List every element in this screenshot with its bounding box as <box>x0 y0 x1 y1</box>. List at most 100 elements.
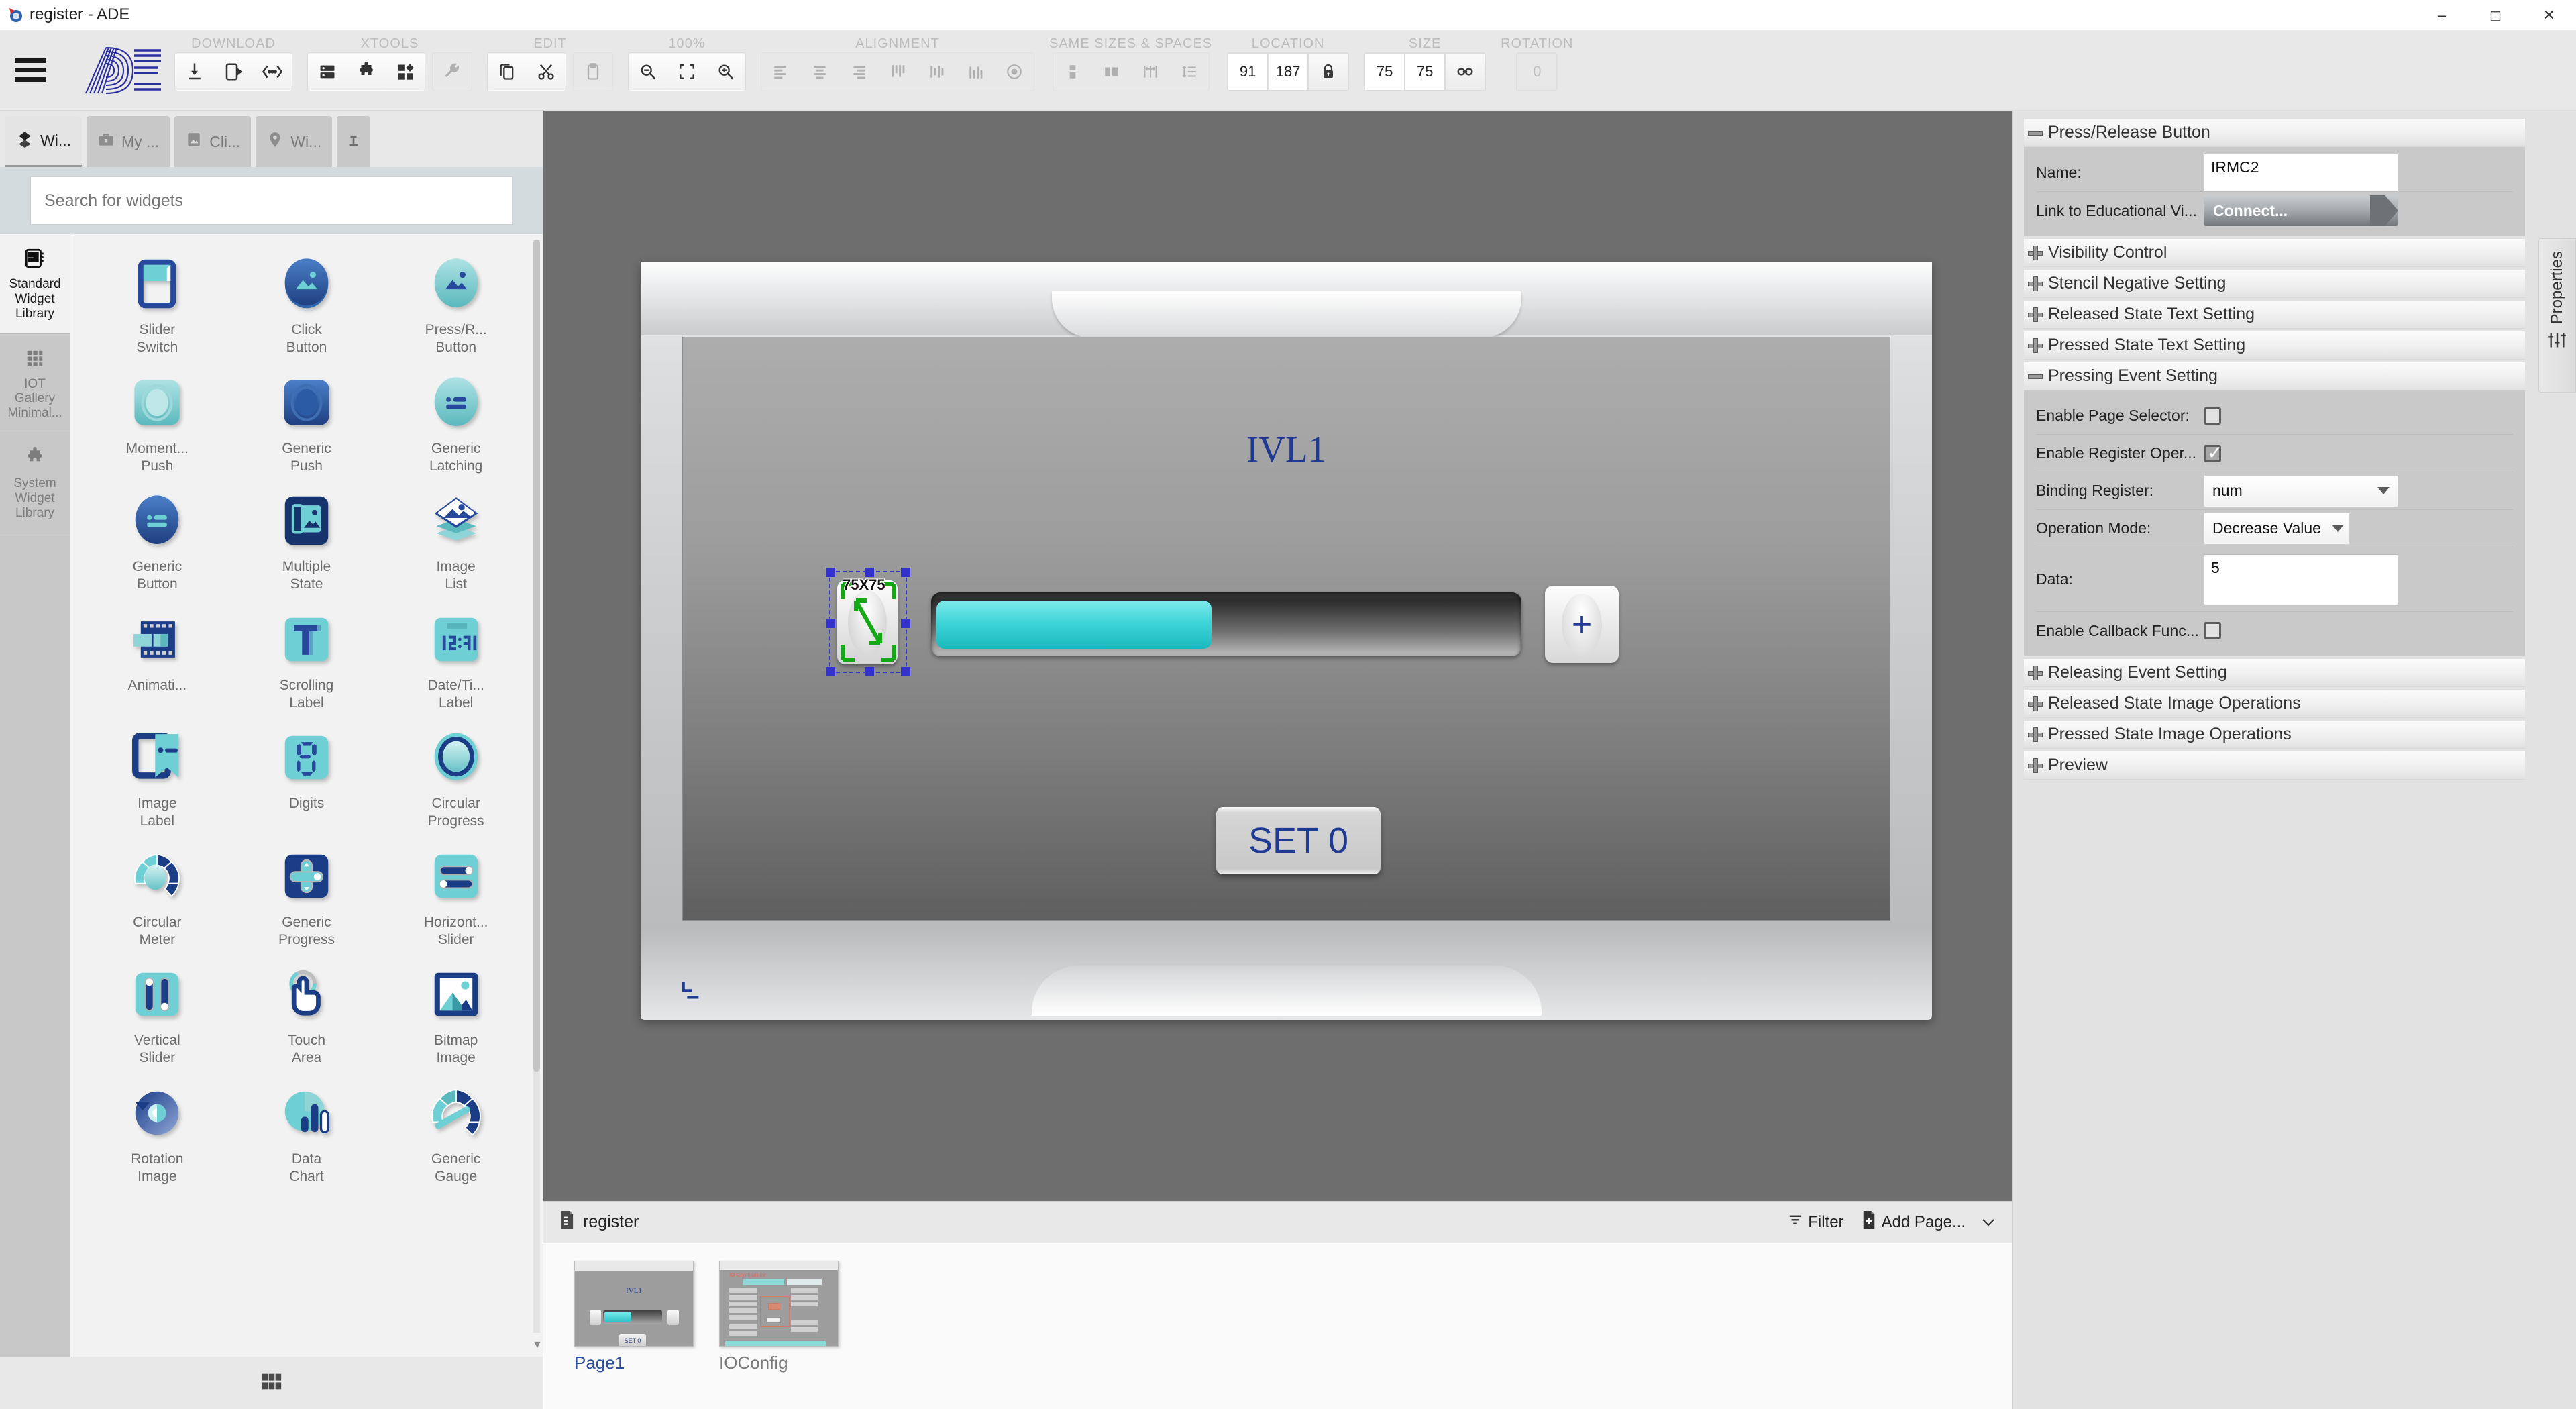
components-icon[interactable] <box>386 53 425 91</box>
section-header[interactable]: Released State Text Setting <box>2024 301 2525 329</box>
section-header[interactable]: Preview <box>2024 751 2525 780</box>
operation-mode-select[interactable]: Decrease Value <box>2204 512 2350 545</box>
export-device-icon[interactable] <box>214 53 253 91</box>
fit-screen-icon[interactable] <box>667 53 706 91</box>
circular-progress-icon <box>424 725 488 790</box>
pages-panel: register Filter Add Page... IVL1 SET 0 P… <box>543 1201 2012 1409</box>
widget-image-label[interactable]: Image Label <box>83 716 232 831</box>
link-icon[interactable] <box>1445 53 1486 91</box>
widget-bitmap-image[interactable]: Bitmap Image <box>381 953 531 1067</box>
section-header[interactable]: Visibility Control <box>2024 239 2525 267</box>
connect-button[interactable]: Connect... <box>2204 195 2398 226</box>
enable-register-operation-checkbox[interactable] <box>2204 441 2222 464</box>
horizontal-slider-widget[interactable] <box>931 592 1521 656</box>
widget-label: Vertical Slider <box>133 1033 180 1066</box>
size-height-input[interactable]: 75 <box>1405 53 1446 91</box>
binding-register-select[interactable]: num <box>2204 474 2398 507</box>
puzzle-icon[interactable] <box>347 53 386 91</box>
widget-scrolling-label[interactable]: Scrolling Label <box>232 598 382 713</box>
section-header[interactable]: Stencil Negative Setting <box>2024 270 2525 298</box>
pin-icon[interactable] <box>337 116 371 167</box>
widget-generic-gauge[interactable]: Generic Gauge <box>381 1072 531 1186</box>
widget-image-list[interactable]: Image List <box>381 479 531 594</box>
widget-multiple-state[interactable]: Multiple State <box>232 479 382 594</box>
minimize-button[interactable]: – <box>2415 0 2469 30</box>
widget-label: Bitmap Image <box>433 1033 478 1066</box>
filter-button[interactable]: Filter <box>1788 1212 1844 1232</box>
grid-apps-icon[interactable] <box>260 1370 283 1396</box>
section-header[interactable]: Releasing Event Setting <box>2024 659 2525 687</box>
library-standard-widget[interactable]: Standard Widget Library <box>0 234 70 334</box>
digits-icon <box>274 725 339 790</box>
chevron-down-icon[interactable] <box>1980 1216 1996 1229</box>
library-system-widget[interactable]: System Widget Library <box>0 433 70 533</box>
properties-side-tab[interactable]: Properties <box>2538 238 2576 393</box>
widget-horizontal-slider[interactable]: Horizont... Slider <box>381 835 531 949</box>
tab-clipart[interactable]: Cli... <box>174 116 252 167</box>
name-input[interactable]: IRMC2 <box>2204 154 2398 191</box>
widget-datetime-label[interactable]: Date/Ti... Label <box>381 598 531 713</box>
widget-animation[interactable]: Animati... <box>83 598 232 713</box>
widget-circular-progress[interactable]: Circular Progress <box>381 716 531 831</box>
widget-circular-meter[interactable]: Circular Meter <box>83 835 232 949</box>
increment-button-widget[interactable]: + <box>1545 586 1619 663</box>
zoom-in-icon[interactable] <box>706 53 745 91</box>
widget-slider-switch[interactable]: Slider Switch <box>83 242 232 357</box>
widget-click-button[interactable]: Click Button <box>232 242 382 357</box>
widget-digits[interactable]: Digits <box>232 716 382 831</box>
widget-vertical-slider[interactable]: Vertical Slider <box>83 953 232 1067</box>
code-brackets-icon[interactable] <box>253 53 292 91</box>
location-y-input[interactable]: 187 <box>1268 53 1309 91</box>
enable-page-selector-checkbox[interactable] <box>2204 407 2221 425</box>
download-icon[interactable] <box>175 53 214 91</box>
widget-grid-scrollbar[interactable]: ▼ <box>532 240 543 1351</box>
widget-generic-progress[interactable]: Generic Progress <box>232 835 382 949</box>
widget-momentary-push[interactable]: Moment... Push <box>83 361 232 476</box>
widget-label: Press/R... Button <box>425 322 487 356</box>
tab-widget-locations[interactable]: Wi... <box>256 116 333 167</box>
widget-touch-area[interactable]: Touch Area <box>232 953 382 1067</box>
design-canvas[interactable]: IVL1 75X75 + SET 0 <box>543 111 2012 1201</box>
tab-my-widgets[interactable]: My ... <box>87 116 170 167</box>
widget-generic-latching[interactable]: Generic Latching <box>381 361 531 476</box>
close-button[interactable]: ✕ <box>2522 0 2576 30</box>
cut-icon[interactable] <box>527 53 566 91</box>
copy-icon[interactable] <box>488 53 527 91</box>
location-x-input[interactable]: 91 <box>1228 53 1269 91</box>
add-page-button[interactable]: Add Page... <box>1862 1211 1966 1233</box>
section-pressed-state-text-setting: Pressed State Text Setting <box>2024 331 2525 360</box>
property-label: Name: <box>2036 163 2082 181</box>
zoom-out-icon[interactable] <box>629 53 667 91</box>
widget-data-chart[interactable]: Data Chart <box>232 1072 382 1186</box>
enable-callback-checkbox[interactable] <box>2204 622 2221 639</box>
widget-press-release-button[interactable]: Press/R... Button <box>381 242 531 357</box>
section-header[interactable]: Pressed State Text Setting <box>2024 331 2525 360</box>
section-header[interactable]: Released State Image Operations <box>2024 690 2525 718</box>
section-title: Pressed State Image Operations <box>2048 725 2292 743</box>
search-input[interactable]: Search for widgets <box>30 176 513 225</box>
align-middle-icon <box>917 53 956 91</box>
widget-generic-button[interactable]: Generic Button <box>83 479 232 594</box>
section-header[interactable]: Pressed State Image Operations <box>2024 721 2525 749</box>
widget-generic-push[interactable]: Generic Push <box>232 361 382 476</box>
server-icon[interactable] <box>308 53 347 91</box>
size-width-input[interactable]: 75 <box>1364 53 1405 91</box>
section-header[interactable]: Press/Release Button <box>2024 119 2525 147</box>
scroll-down-icon[interactable]: ▼ <box>532 1339 543 1351</box>
lock-icon[interactable] <box>1308 53 1349 91</box>
widget-label: Horizont... Slider <box>423 914 488 947</box>
widget-label: Generic Button <box>132 559 182 592</box>
set-zero-button-widget[interactable]: SET 0 <box>1216 807 1381 874</box>
page-thumbnail-item[interactable]: IVL1 SET 0 Page1 <box>574 1261 694 1373</box>
section-header[interactable]: Pressing Event Setting <box>2024 362 2525 390</box>
page-thumbnail-item[interactable]: IO Configurator IOConfig <box>719 1261 839 1373</box>
data-input[interactable]: 5 <box>2204 554 2398 605</box>
widget-rotation-image[interactable]: Rotation Image <box>83 1072 232 1186</box>
menu-hamburger-button[interactable] <box>0 30 60 110</box>
widget-label: Image Label <box>138 796 177 829</box>
maximize-button[interactable]: ◻ <box>2469 0 2522 30</box>
property-label: Enable Register Oper... <box>2036 444 2197 462</box>
device-screen[interactable]: IVL1 75X75 + SET 0 <box>682 337 1890 921</box>
library-iot-gallery[interactable]: IOT Gallery Minimal... <box>0 334 70 434</box>
tab-widgets[interactable]: Wi... <box>5 116 82 167</box>
